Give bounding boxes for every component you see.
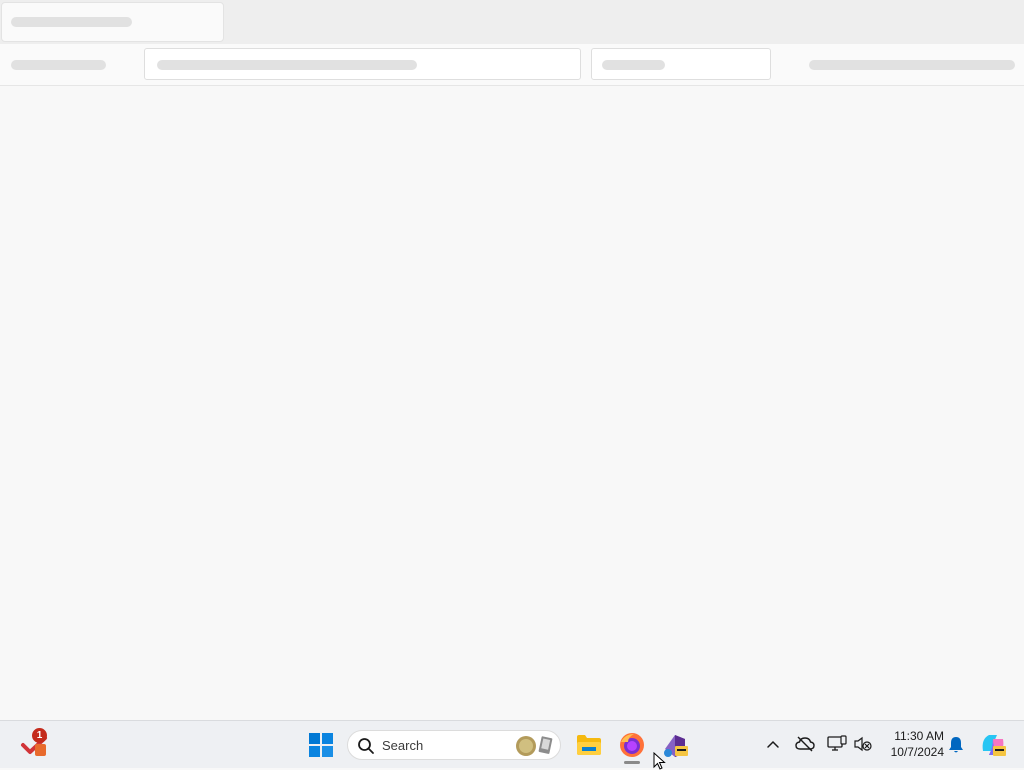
browser-tab[interactable] (1, 2, 224, 42)
network-icon[interactable] (826, 733, 848, 755)
clock-date: 10/7/2024 (890, 745, 944, 759)
file-explorer-icon[interactable] (574, 730, 604, 760)
taskbar: 1 Search 11:30 AM 10/7/2024 (0, 720, 1024, 770)
secondary-field-placeholder (602, 60, 665, 70)
search-highlight-icon (516, 736, 553, 756)
tab-strip (0, 0, 1024, 44)
onedrive-offline-icon[interactable] (794, 733, 816, 755)
chevron-up-icon[interactable] (763, 733, 783, 755)
notification-bell-icon[interactable] (946, 733, 966, 757)
clock-time: 11:30 AM (894, 729, 944, 743)
taskbar-search[interactable]: Search (347, 730, 561, 760)
toolbar (0, 44, 1024, 86)
tab-title-placeholder (11, 17, 132, 27)
windows-start-icon[interactable] (306, 730, 336, 760)
content-area (0, 86, 1024, 720)
address-field[interactable] (144, 48, 581, 80)
mouse-cursor-icon (653, 752, 666, 770)
volume-muted-icon[interactable] (852, 733, 874, 755)
app-window (0, 0, 1024, 720)
firefox-icon[interactable] (617, 730, 647, 760)
address-placeholder (157, 60, 417, 70)
toolbar-left-placeholder (11, 60, 106, 70)
system-clock[interactable]: 11:30 AM 10/7/2024 (880, 728, 944, 760)
notification-badge: 1 (32, 728, 47, 743)
toolbar-right-placeholder (809, 60, 1015, 70)
search-label: Search (382, 738, 424, 753)
running-indicator (624, 761, 640, 764)
search-icon (358, 738, 374, 754)
secondary-field[interactable] (591, 48, 771, 80)
copilot-icon[interactable] (978, 730, 1008, 760)
